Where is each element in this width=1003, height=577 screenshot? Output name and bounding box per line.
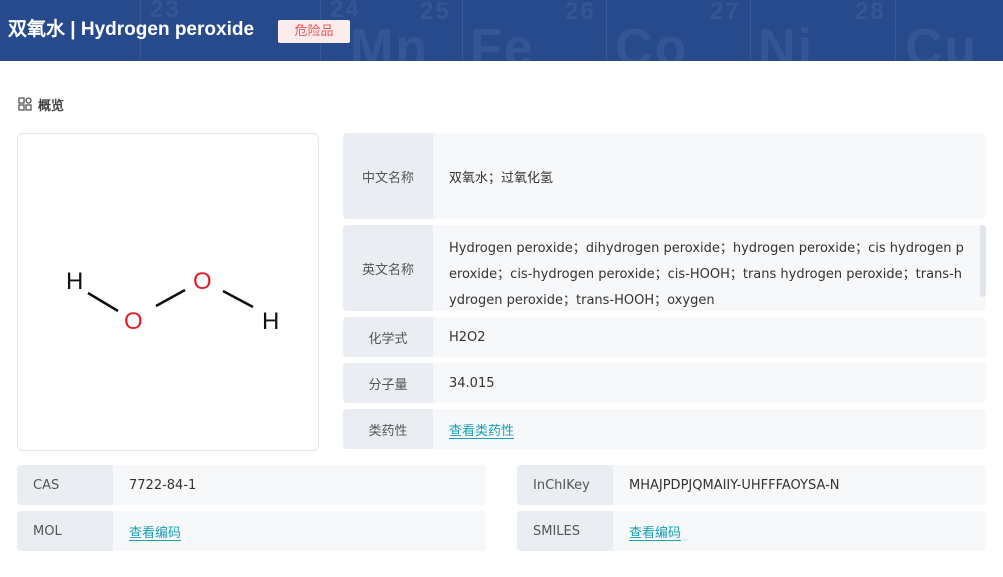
atom-oxygen: O bbox=[124, 308, 143, 335]
page-header: 23 24 25 26 27 28 Mn Fe Co Ni Cu 双氧水 | H… bbox=[0, 0, 1003, 61]
identifier-row-mol: MOL 查看编码 bbox=[17, 511, 486, 551]
property-row-english-name: 英文名称 Hydrogen peroxide；dihydrogen peroxi… bbox=[343, 225, 986, 311]
identifier-label: InChIKey bbox=[517, 465, 613, 505]
identifier-label: SMILES bbox=[517, 511, 613, 551]
property-row-druglikeness: 类药性 查看类药性 bbox=[343, 409, 986, 449]
property-value: H2O2 bbox=[449, 329, 486, 345]
bg-element-symbol: Co bbox=[615, 19, 689, 61]
bond-h-o bbox=[87, 291, 119, 313]
bond-o-o bbox=[155, 288, 186, 308]
identifier-label: MOL bbox=[17, 511, 113, 551]
identifier-label: CAS bbox=[17, 465, 113, 505]
bg-element-symbol: Ni bbox=[758, 19, 814, 61]
overview-section-title: 概览 bbox=[18, 95, 65, 114]
atom-oxygen: O bbox=[193, 268, 212, 295]
bond-o-h bbox=[222, 289, 254, 309]
view-mol-code-link[interactable]: 查看编码 bbox=[129, 522, 181, 541]
molecule-structure-panel: H O O H bbox=[17, 133, 319, 451]
identifier-value: 7722-84-1 bbox=[129, 477, 197, 493]
identifier-value-container: 查看编码 bbox=[613, 511, 986, 551]
bg-decoration bbox=[895, 0, 896, 61]
bg-element-symbol: Fe bbox=[470, 19, 535, 61]
property-label: 英文名称 bbox=[343, 225, 433, 311]
bg-element-text: 27 bbox=[710, 0, 741, 25]
property-value: 34.015 bbox=[449, 375, 495, 391]
scrollbar[interactable] bbox=[980, 225, 986, 311]
property-value-container: 查看类药性 bbox=[433, 409, 986, 449]
bg-decoration bbox=[462, 0, 463, 61]
identifier-value: MHAJPDPJQMAIIY-UHFFFAOYSA-N bbox=[629, 477, 840, 493]
identifier-row-inchikey: InChIKey MHAJPDPJQMAIIY-UHFFFAOYSA-N bbox=[517, 465, 986, 505]
bg-decoration bbox=[750, 0, 751, 61]
property-row-molecular-weight: 分子量 34.015 bbox=[343, 363, 986, 403]
atom-hydrogen: H bbox=[66, 268, 83, 295]
property-value: Hydrogen peroxide；dihydrogen peroxide；hy… bbox=[449, 241, 964, 308]
bg-element-text: 28 bbox=[855, 0, 886, 25]
bg-element-symbol: Mn bbox=[350, 19, 430, 61]
scrollbar-thumb[interactable] bbox=[980, 225, 986, 297]
property-label: 中文名称 bbox=[343, 133, 433, 219]
bg-decoration bbox=[606, 0, 607, 61]
identifier-row-cas: CAS 7722-84-1 bbox=[17, 465, 486, 505]
overview-label: 概览 bbox=[38, 98, 65, 114]
bg-element-text: 26 bbox=[565, 0, 596, 25]
grid-icon bbox=[18, 97, 32, 111]
page-title: 双氧水 | Hydrogen peroxide bbox=[8, 19, 255, 40]
identifier-row-smiles: SMILES 查看编码 bbox=[517, 511, 986, 551]
bg-element-symbol: Cu bbox=[905, 19, 979, 61]
atom-hydrogen: H bbox=[262, 308, 279, 335]
identifier-value-container: 查看编码 bbox=[113, 511, 486, 551]
property-value: 双氧水；过氧化氢 bbox=[449, 170, 554, 186]
hazard-badge: 危险品 bbox=[278, 20, 350, 43]
property-row-formula: 化学式 H2O2 bbox=[343, 317, 986, 357]
property-label: 类药性 bbox=[343, 409, 433, 449]
property-label: 分子量 bbox=[343, 363, 433, 403]
property-label: 化学式 bbox=[343, 317, 433, 357]
view-smiles-code-link[interactable]: 查看编码 bbox=[629, 522, 681, 541]
property-row-chinese-name: 中文名称 双氧水；过氧化氢 bbox=[343, 133, 986, 219]
view-druglikeness-link[interactable]: 查看类药性 bbox=[449, 420, 514, 439]
molecule-diagram: H O O H bbox=[66, 268, 279, 335]
